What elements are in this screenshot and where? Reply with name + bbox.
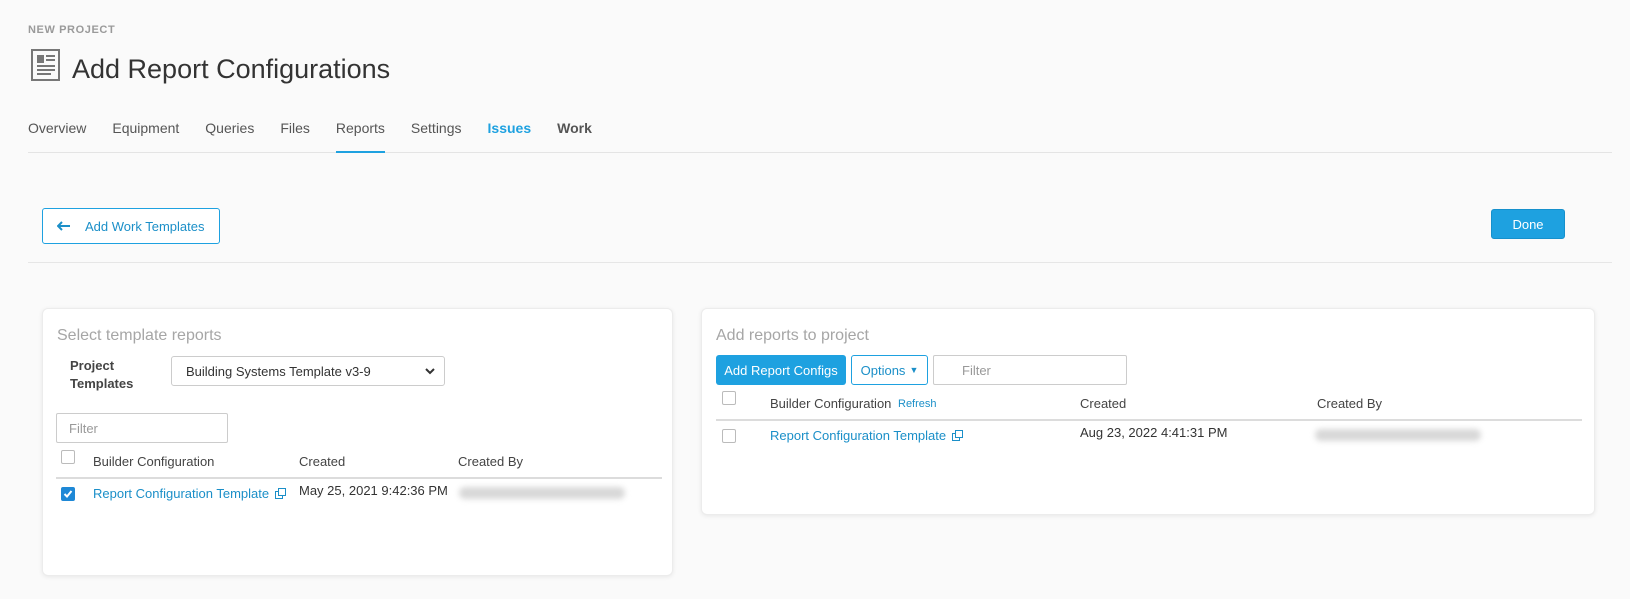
tab-issues[interactable]: Issues [488, 120, 532, 152]
created-by-redacted [1315, 429, 1481, 441]
add-reports-panel: Add reports to project Add Report Config… [701, 308, 1595, 515]
chevron-down-icon [425, 368, 435, 375]
col-builder-configuration: Builder Configuration [770, 396, 892, 411]
panel-title: Add reports to project [716, 327, 869, 344]
created-date: May 25, 2021 9:42:36 PM [299, 483, 448, 498]
tab-overview[interactable]: Overview [28, 120, 86, 152]
add-work-templates-button[interactable]: Add Work Templates [42, 208, 220, 244]
external-link-icon [952, 430, 964, 441]
col-created-by: Created By [1317, 396, 1383, 411]
tab-queries[interactable]: Queries [205, 120, 254, 152]
selected-template: Building Systems Template v3-9 [186, 363, 371, 379]
project-tabs: Overview Equipment Queries Files Reports… [28, 120, 1612, 153]
row-checkbox[interactable] [722, 429, 736, 443]
arrow-left-icon [57, 221, 71, 231]
refresh-link[interactable]: Refresh [898, 398, 937, 410]
project-templates-label-line1: Project [70, 358, 115, 373]
created-by-redacted [459, 487, 625, 499]
report-config-link[interactable]: Report Configuration Template [93, 486, 287, 501]
report-icon [31, 48, 60, 81]
check-icon [63, 490, 73, 498]
report-config-name: Report Configuration Template [93, 486, 270, 501]
col-created: Created [299, 454, 346, 469]
divider [28, 262, 1612, 263]
row-checkbox[interactable] [61, 487, 75, 501]
select-all-checkbox[interactable] [722, 391, 736, 405]
header-divider [716, 419, 1582, 421]
col-created: Created [1080, 396, 1127, 411]
page-title: Add Report Configurations [72, 54, 391, 84]
filter-input[interactable]: Filter [56, 413, 228, 443]
project-templates-label-line2: Templates [70, 376, 134, 391]
header-divider [56, 477, 662, 479]
select-all-checkbox[interactable] [61, 450, 75, 464]
done-button[interactable]: Done [1491, 209, 1565, 239]
panel-title: Select template reports [57, 327, 222, 344]
tab-settings[interactable]: Settings [411, 120, 462, 152]
project-templates-select[interactable]: Building Systems Template v3-9 [171, 356, 445, 386]
select-template-reports-panel: Select template reports Project Template… [42, 308, 673, 576]
tab-equipment[interactable]: Equipment [112, 120, 179, 152]
add-work-templates-label: Add Work Templates [85, 218, 205, 234]
col-created-by: Created By [458, 454, 524, 469]
caret-down-icon: ▼ [909, 365, 919, 375]
external-link-icon [275, 488, 287, 499]
page-eyebrow: NEW PROJECT [28, 24, 116, 36]
tab-files[interactable]: Files [280, 120, 310, 152]
title-row: Add Report Configurations [30, 44, 390, 85]
tab-reports[interactable]: Reports [335, 120, 385, 153]
options-dropdown-button[interactable]: Options ▼ [851, 355, 928, 385]
options-label: Options [860, 362, 906, 378]
add-report-configs-button[interactable]: Add Report Configs [716, 355, 846, 385]
created-date: Aug 23, 2022 4:41:31 PM [1080, 425, 1228, 440]
col-builder-configuration: Builder Configuration [93, 454, 215, 469]
report-config-name: Report Configuration Template [770, 428, 947, 443]
filter-input[interactable]: Filter [933, 355, 1127, 385]
report-config-link[interactable]: Report Configuration Template [770, 428, 964, 443]
tab-work[interactable]: Work [557, 120, 592, 152]
project-templates-label: Project Templates [70, 357, 133, 393]
